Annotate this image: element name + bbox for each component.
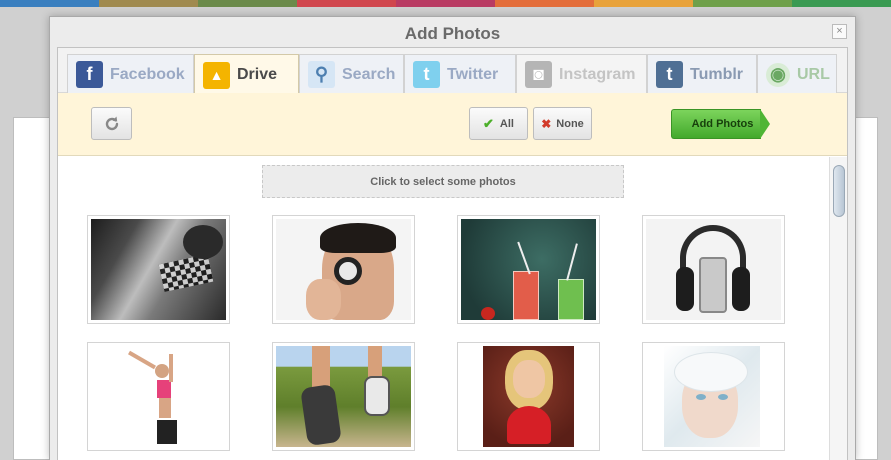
- twitter-icon: t: [413, 61, 440, 88]
- tab-label: Twitter: [447, 65, 499, 83]
- smoothies-image: [461, 219, 596, 320]
- stripe-segment: [297, 0, 396, 7]
- search-icon: ⚲: [308, 61, 335, 88]
- add-photos-arrow: [760, 109, 770, 139]
- tab-label: Drive: [237, 66, 278, 83]
- tab-facebook[interactable]: f Facebook: [67, 54, 194, 94]
- scrollbar-thumb[interactable]: [833, 165, 845, 217]
- x-icon: ✖: [541, 116, 552, 131]
- doctor-image: [276, 219, 411, 320]
- refresh-button[interactable]: [91, 107, 132, 140]
- select-all-label: All: [499, 117, 514, 130]
- photo-thumb-doctor[interactable]: [272, 215, 415, 324]
- stripe-segment: [198, 0, 297, 7]
- dialog-panel: f Facebook ▲ Drive ⚲ Search t Twitter ◙ …: [57, 47, 848, 460]
- photo-thumb-running[interactable]: [272, 342, 415, 451]
- dialog-title: Add Photos: [404, 24, 501, 43]
- tab-url[interactable]: ◉ URL: [757, 54, 837, 94]
- tab-label: Instagram: [559, 65, 636, 83]
- photo-toolbar: ✔ All ✖ None Add Photos: [58, 93, 847, 156]
- refresh-icon: [105, 116, 118, 130]
- select-all-button[interactable]: ✔ All: [469, 107, 528, 140]
- url-icon: ◉: [766, 62, 790, 87]
- photo-thumb-body-paint[interactable]: [87, 215, 230, 324]
- instagram-icon: ◙: [525, 61, 552, 88]
- add-photos-label: Add Photos: [671, 109, 761, 139]
- woman-heart-image: [483, 346, 574, 447]
- tab-label: Tumblr: [690, 65, 744, 83]
- source-tabs: f Facebook ▲ Drive ⚲ Search t Twitter ◙ …: [58, 48, 847, 95]
- tab-label: Search: [342, 65, 396, 83]
- tab-twitter[interactable]: t Twitter: [404, 54, 516, 94]
- select-photos-prompt[interactable]: Click to select some photos: [262, 165, 624, 198]
- photo-thumb-dancer[interactable]: [87, 342, 230, 451]
- stripe-segment: [0, 0, 99, 7]
- photo-grid-area: Click to select some photos: [58, 157, 847, 460]
- stripe-segment: [99, 0, 198, 7]
- tab-tumblr[interactable]: t Tumblr: [647, 54, 757, 94]
- photo-grid-scrollbar[interactable]: [829, 157, 847, 460]
- photo-thumb-snow-woman[interactable]: [642, 342, 785, 451]
- dancer-image: [91, 346, 226, 447]
- photo-thumb-heart[interactable]: [457, 342, 600, 451]
- snow-woman-image: [664, 346, 760, 447]
- stripe-segment: [792, 0, 891, 7]
- tab-label: URL: [797, 65, 830, 83]
- close-button[interactable]: ×: [832, 24, 847, 39]
- add-photos-button[interactable]: Add Photos: [671, 109, 771, 139]
- tab-drive[interactable]: ▲ Drive: [194, 54, 299, 95]
- photo-thumb-smoothies[interactable]: [457, 215, 600, 324]
- select-none-label: None: [556, 117, 584, 130]
- select-none-button[interactable]: ✖ None: [533, 107, 592, 140]
- stripe-segment: [693, 0, 792, 7]
- tumblr-icon: t: [656, 61, 683, 88]
- stripe-segment: [495, 0, 594, 7]
- stripe-segment: [396, 0, 495, 7]
- check-icon: ✔: [483, 115, 494, 131]
- tab-label: Facebook: [110, 65, 185, 83]
- headphones-image: [646, 219, 781, 320]
- body-paint-image: [91, 219, 226, 320]
- stripe-segment: [594, 0, 693, 7]
- top-color-stripe: [0, 0, 891, 7]
- add-photos-dialog: Add Photos × f Facebook ▲ Drive ⚲ Search…: [49, 16, 856, 460]
- tab-instagram[interactable]: ◙ Instagram: [516, 54, 647, 94]
- facebook-icon: f: [76, 61, 103, 88]
- photo-thumb-headphones[interactable]: [642, 215, 785, 324]
- google-drive-icon: ▲: [203, 61, 230, 89]
- running-image: [276, 346, 411, 447]
- tab-search[interactable]: ⚲ Search: [299, 54, 404, 94]
